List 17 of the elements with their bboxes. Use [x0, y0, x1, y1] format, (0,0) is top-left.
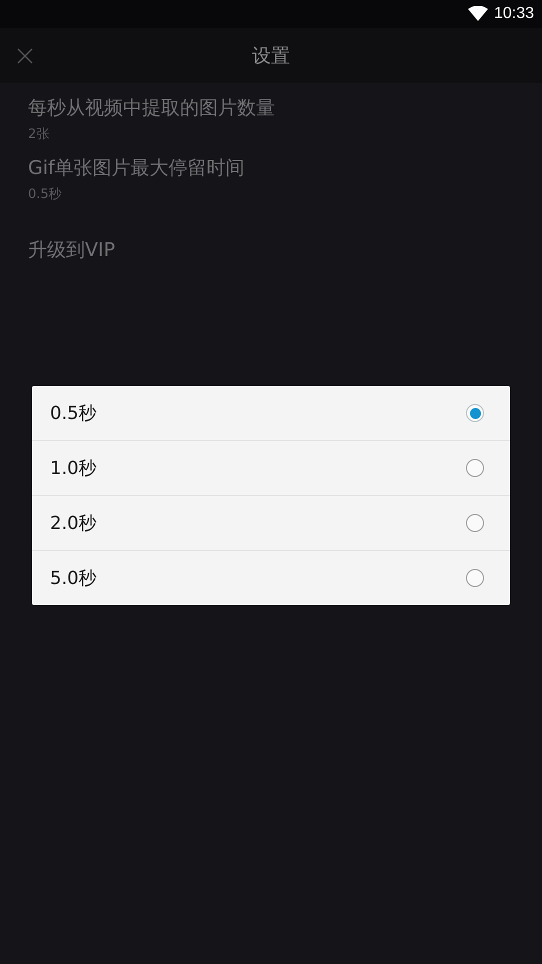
close-icon[interactable]	[17, 48, 33, 64]
wifi-icon	[468, 6, 488, 22]
setting-title[interactable]: Gif单张图片最大停留时间	[28, 155, 245, 181]
setting-title[interactable]: 升级到VIP	[28, 237, 116, 263]
radio-button[interactable]	[466, 459, 484, 477]
radio-button[interactable]	[466, 569, 484, 587]
page-title: 设置	[252, 44, 290, 68]
radio-button[interactable]	[466, 514, 484, 532]
option-label[interactable]: 2.0秒	[50, 511, 97, 535]
status-time: 10:33	[494, 5, 534, 23]
option-label[interactable]: 5.0秒	[50, 566, 97, 590]
radio-button[interactable]	[466, 404, 484, 422]
option-label[interactable]: 1.0秒	[50, 456, 97, 480]
setting-title[interactable]: 每秒从视频中提取的图片数量	[28, 95, 275, 121]
setting-value: 2张	[28, 126, 50, 143]
option-label[interactable]: 0.5秒	[50, 401, 97, 425]
setting-value: 0.5秒	[28, 186, 62, 203]
